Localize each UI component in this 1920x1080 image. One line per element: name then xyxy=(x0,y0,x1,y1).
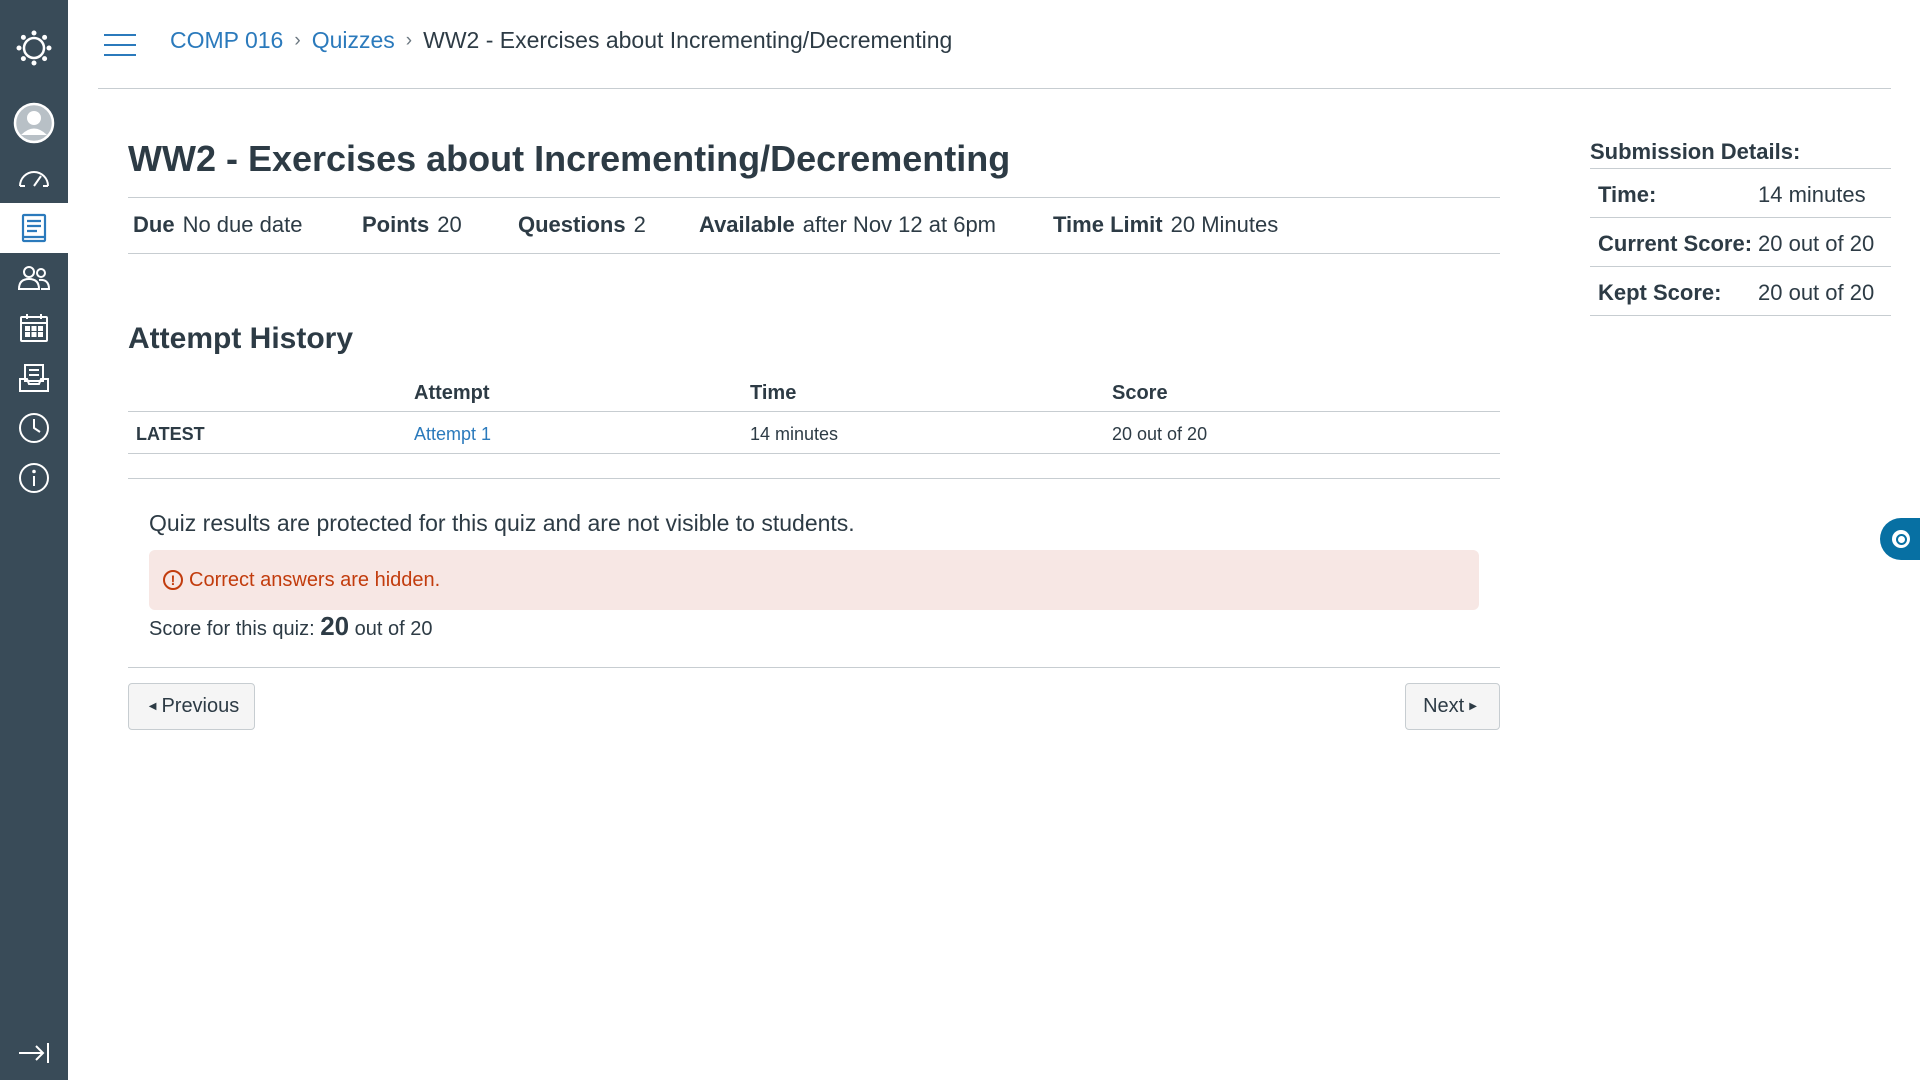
meta-due: Due No due date xyxy=(133,212,302,238)
attempt-score: 20 out of 20 xyxy=(1112,424,1208,444)
quiz-score: Score for this quiz: 20 out of 20 xyxy=(149,611,433,642)
meta-due-value: No due date xyxy=(182,212,303,237)
attempt-link[interactable]: Attempt 1 xyxy=(414,424,491,445)
breadcrumb-course[interactable]: COMP 016 xyxy=(170,27,283,54)
quiz-meta-bar: Due No due date Points 20 Questions 2 Avail… xyxy=(128,197,1500,254)
kept-score-label: Kept Score: xyxy=(1598,280,1722,305)
meta-available-value: after Nov 12 at 6pm xyxy=(802,212,997,237)
attempt-history-title: Attempt History xyxy=(128,322,354,355)
meta-time-limit-label: Time Limit xyxy=(1053,212,1163,237)
help-icon[interactable] xyxy=(0,453,68,503)
submission-details-table: Time: 14 minutes Current Score: 20 out o… xyxy=(1590,168,1891,316)
meta-questions-value: 2 xyxy=(633,212,646,237)
previous-button[interactable]: ◀ Previous xyxy=(128,683,255,730)
footer-divider xyxy=(128,667,1500,668)
kept-score-value: 20 out of 20 xyxy=(1758,280,1875,305)
score-suffix: out of 20 xyxy=(354,618,433,640)
next-button[interactable]: Next ▶ xyxy=(1405,683,1500,730)
column-header-attempt: Attempt xyxy=(414,382,490,404)
caret-left-icon: ◀ xyxy=(148,701,157,712)
header-divider xyxy=(98,88,1891,89)
table-header: Attempt Time Score xyxy=(128,378,1500,412)
collapse-nav-icon[interactable] xyxy=(0,1028,68,1078)
meta-points: Points 20 xyxy=(362,212,462,238)
breadcrumb-current: WW2 - Exercises about Incrementing/Decre… xyxy=(423,27,953,53)
warning-icon: ! xyxy=(163,570,183,590)
chevron-right-icon: › xyxy=(405,29,413,51)
current-score-label: Current Score: xyxy=(1598,231,1753,256)
row-label: LATEST xyxy=(136,424,205,444)
previous-label: Previous xyxy=(161,695,240,717)
next-label: Next xyxy=(1423,695,1465,717)
account-icon[interactable] xyxy=(0,98,68,148)
protected-results-message: Quiz results are protected for this quiz… xyxy=(149,510,855,536)
submission-time-row: Time: 14 minutes xyxy=(1590,169,1891,218)
meta-available: Available after Nov 12 at 6pm xyxy=(699,212,996,238)
table-row: LATEST Attempt 1 14 minutes 20 out of 20 xyxy=(128,412,1500,454)
score-value: 20 xyxy=(320,611,350,641)
page-title: WW2 - Exercises about Incrementing/Decre… xyxy=(128,138,1011,179)
answers-hidden-alert: ! Correct answers are hidden. xyxy=(149,550,1479,610)
calendar-icon[interactable] xyxy=(0,303,68,353)
submission-details-title: Submission Details: xyxy=(1590,139,1801,164)
caret-right-icon: ▶ xyxy=(1469,701,1477,712)
score-prefix: Score for this quiz: xyxy=(149,618,315,640)
groups-icon[interactable] xyxy=(0,253,68,303)
attempt-history-table: Attempt Time Score LATEST Attempt 1 14 m… xyxy=(128,378,1500,454)
meta-questions: Questions 2 xyxy=(518,212,646,238)
meta-available-label: Available xyxy=(699,212,795,237)
submission-time-label: Time: xyxy=(1598,182,1657,207)
column-header-score: Score xyxy=(1112,382,1168,404)
column-header-time: Time xyxy=(750,382,797,404)
course-menu-toggle-icon[interactable] xyxy=(104,34,136,56)
meta-due-label: Due xyxy=(133,212,175,237)
attempt-time: 14 minutes xyxy=(750,424,839,444)
meta-questions-label: Questions xyxy=(518,212,626,237)
section-divider xyxy=(128,478,1500,479)
floating-assistant-button[interactable] xyxy=(1880,518,1920,560)
meta-points-label: Points xyxy=(362,212,430,237)
submission-kept-score-row: Kept Score: 20 out of 20 xyxy=(1590,267,1891,316)
meta-points-value: 20 xyxy=(437,212,462,237)
chat-icon xyxy=(1892,530,1910,548)
submission-current-score-row: Current Score: 20 out of 20 xyxy=(1590,218,1891,267)
courses-icon[interactable] xyxy=(0,203,68,253)
breadcrumb: COMP 016 › Quizzes › WW2 - Exercises abo… xyxy=(170,27,952,54)
submission-time-value: 14 minutes xyxy=(1758,182,1866,207)
chevron-right-icon: › xyxy=(294,29,301,51)
canvas-logo-icon[interactable] xyxy=(0,23,68,73)
global-nav xyxy=(0,0,68,1080)
alert-text: Correct answers are hidden. xyxy=(189,568,441,591)
meta-time-limit-value: 20 Minutes xyxy=(1170,212,1279,237)
current-score-value: 20 out of 20 xyxy=(1758,231,1875,256)
inbox-icon[interactable] xyxy=(0,353,68,403)
meta-time-limit: Time Limit 20 Minutes xyxy=(1053,212,1278,238)
dashboard-icon[interactable] xyxy=(0,153,68,203)
breadcrumb-quizzes[interactable]: Quizzes xyxy=(312,27,395,54)
history-icon[interactable] xyxy=(0,403,68,453)
